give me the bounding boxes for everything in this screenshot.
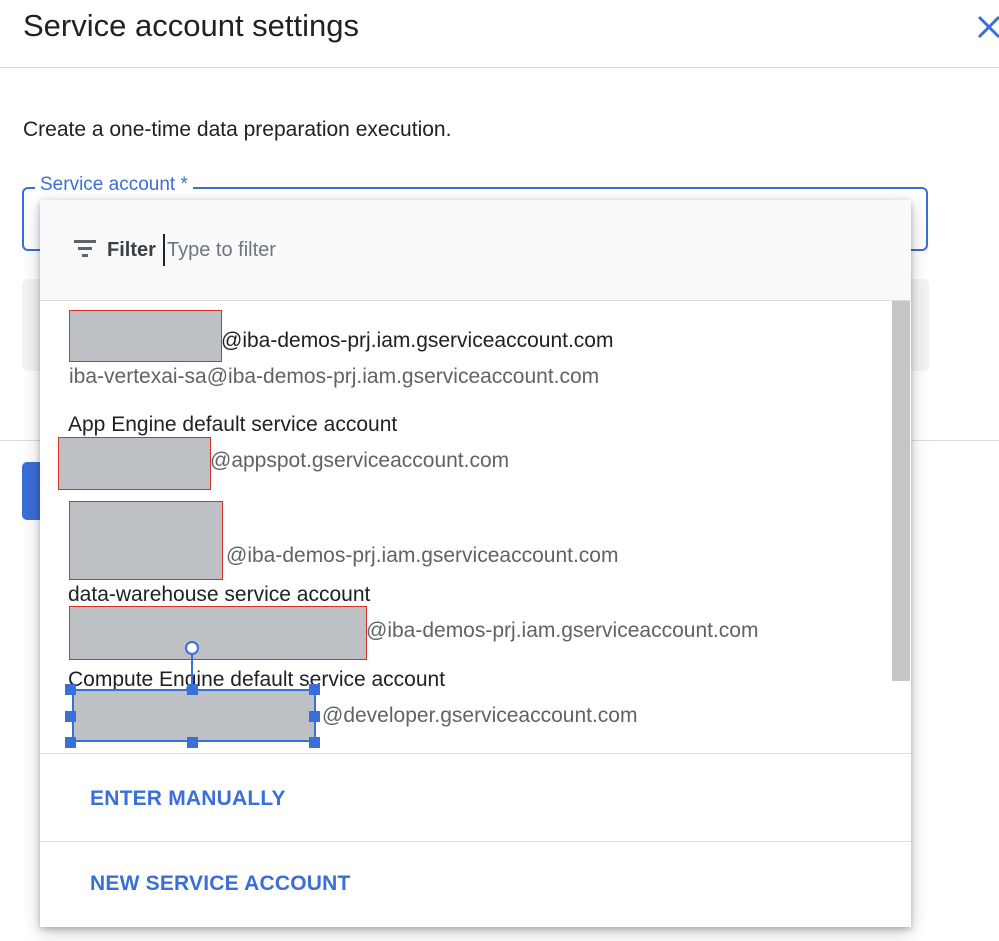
item-email-suffix: @appspot.gserviceaccount.com — [210, 449, 510, 472]
filter-label: Filter — [107, 239, 156, 261]
item-name: data-warehouse service account — [68, 583, 371, 606]
item-email-suffix: @iba-demos-prj.iam.gserviceaccount.com — [226, 544, 619, 567]
redacted-email-selected — [72, 689, 316, 742]
description-text: Create a one-time data preparation execu… — [23, 118, 452, 141]
new-service-account-button[interactable]: NEW SERVICE ACCOUNT — [90, 872, 351, 896]
list-item[interactable]: @iba-demos-prj.iam.gserviceaccount.com — [68, 496, 888, 581]
panel-title: Service account settings — [23, 8, 360, 43]
resize-handle-nw[interactable] — [65, 684, 76, 695]
close-icon — [977, 15, 999, 39]
enter-manually-button[interactable]: ENTER MANUALLY — [90, 787, 286, 811]
service-account-label: Service account * — [35, 174, 193, 196]
service-account-dropdown: Filter @iba-demos-prj.iam.gserviceaccoun… — [40, 200, 911, 927]
list-scrollbar[interactable] — [892, 301, 910, 681]
resize-handle-sw[interactable] — [65, 737, 76, 748]
item-email-suffix: @developer.gserviceaccount.com — [322, 704, 638, 727]
actions-divider — [40, 841, 911, 842]
item-email: iba-vertexai-sa@iba-demos-prj.iam.gservi… — [69, 365, 600, 388]
resize-handle-n[interactable] — [187, 684, 198, 695]
actions-divider — [40, 753, 911, 754]
close-button[interactable] — [972, 8, 999, 44]
resize-handle-ne[interactable] — [309, 684, 320, 695]
redacted-email — [58, 437, 211, 490]
item-name-suffix: @iba-demos-prj.iam.gserviceaccount.com — [221, 329, 614, 352]
filter-icon — [74, 240, 96, 257]
list-item[interactable]: @iba-demos-prj.iam.gserviceaccount.com i… — [68, 301, 888, 388]
redacted-account — [69, 501, 223, 580]
item-name: App Engine default service account — [68, 413, 398, 436]
rotate-handle — [185, 641, 199, 687]
resize-handle-e[interactable] — [309, 711, 320, 722]
panel-header: Service account settings — [0, 0, 999, 68]
resize-handle-se[interactable] — [309, 737, 320, 748]
resize-handle-w[interactable] — [65, 711, 76, 722]
item-email-suffix: @iba-demos-prj.iam.gserviceaccount.com — [366, 619, 759, 642]
service-account-list: @iba-demos-prj.iam.gserviceaccount.com i… — [40, 301, 911, 753]
redacted-email — [69, 606, 367, 660]
resize-handle-s[interactable] — [187, 737, 198, 748]
filter-bar: Filter — [40, 200, 911, 301]
redacted-name — [69, 310, 222, 362]
list-item[interactable]: App Engine default service account @apps… — [58, 401, 888, 490]
filter-input[interactable] — [163, 234, 567, 266]
